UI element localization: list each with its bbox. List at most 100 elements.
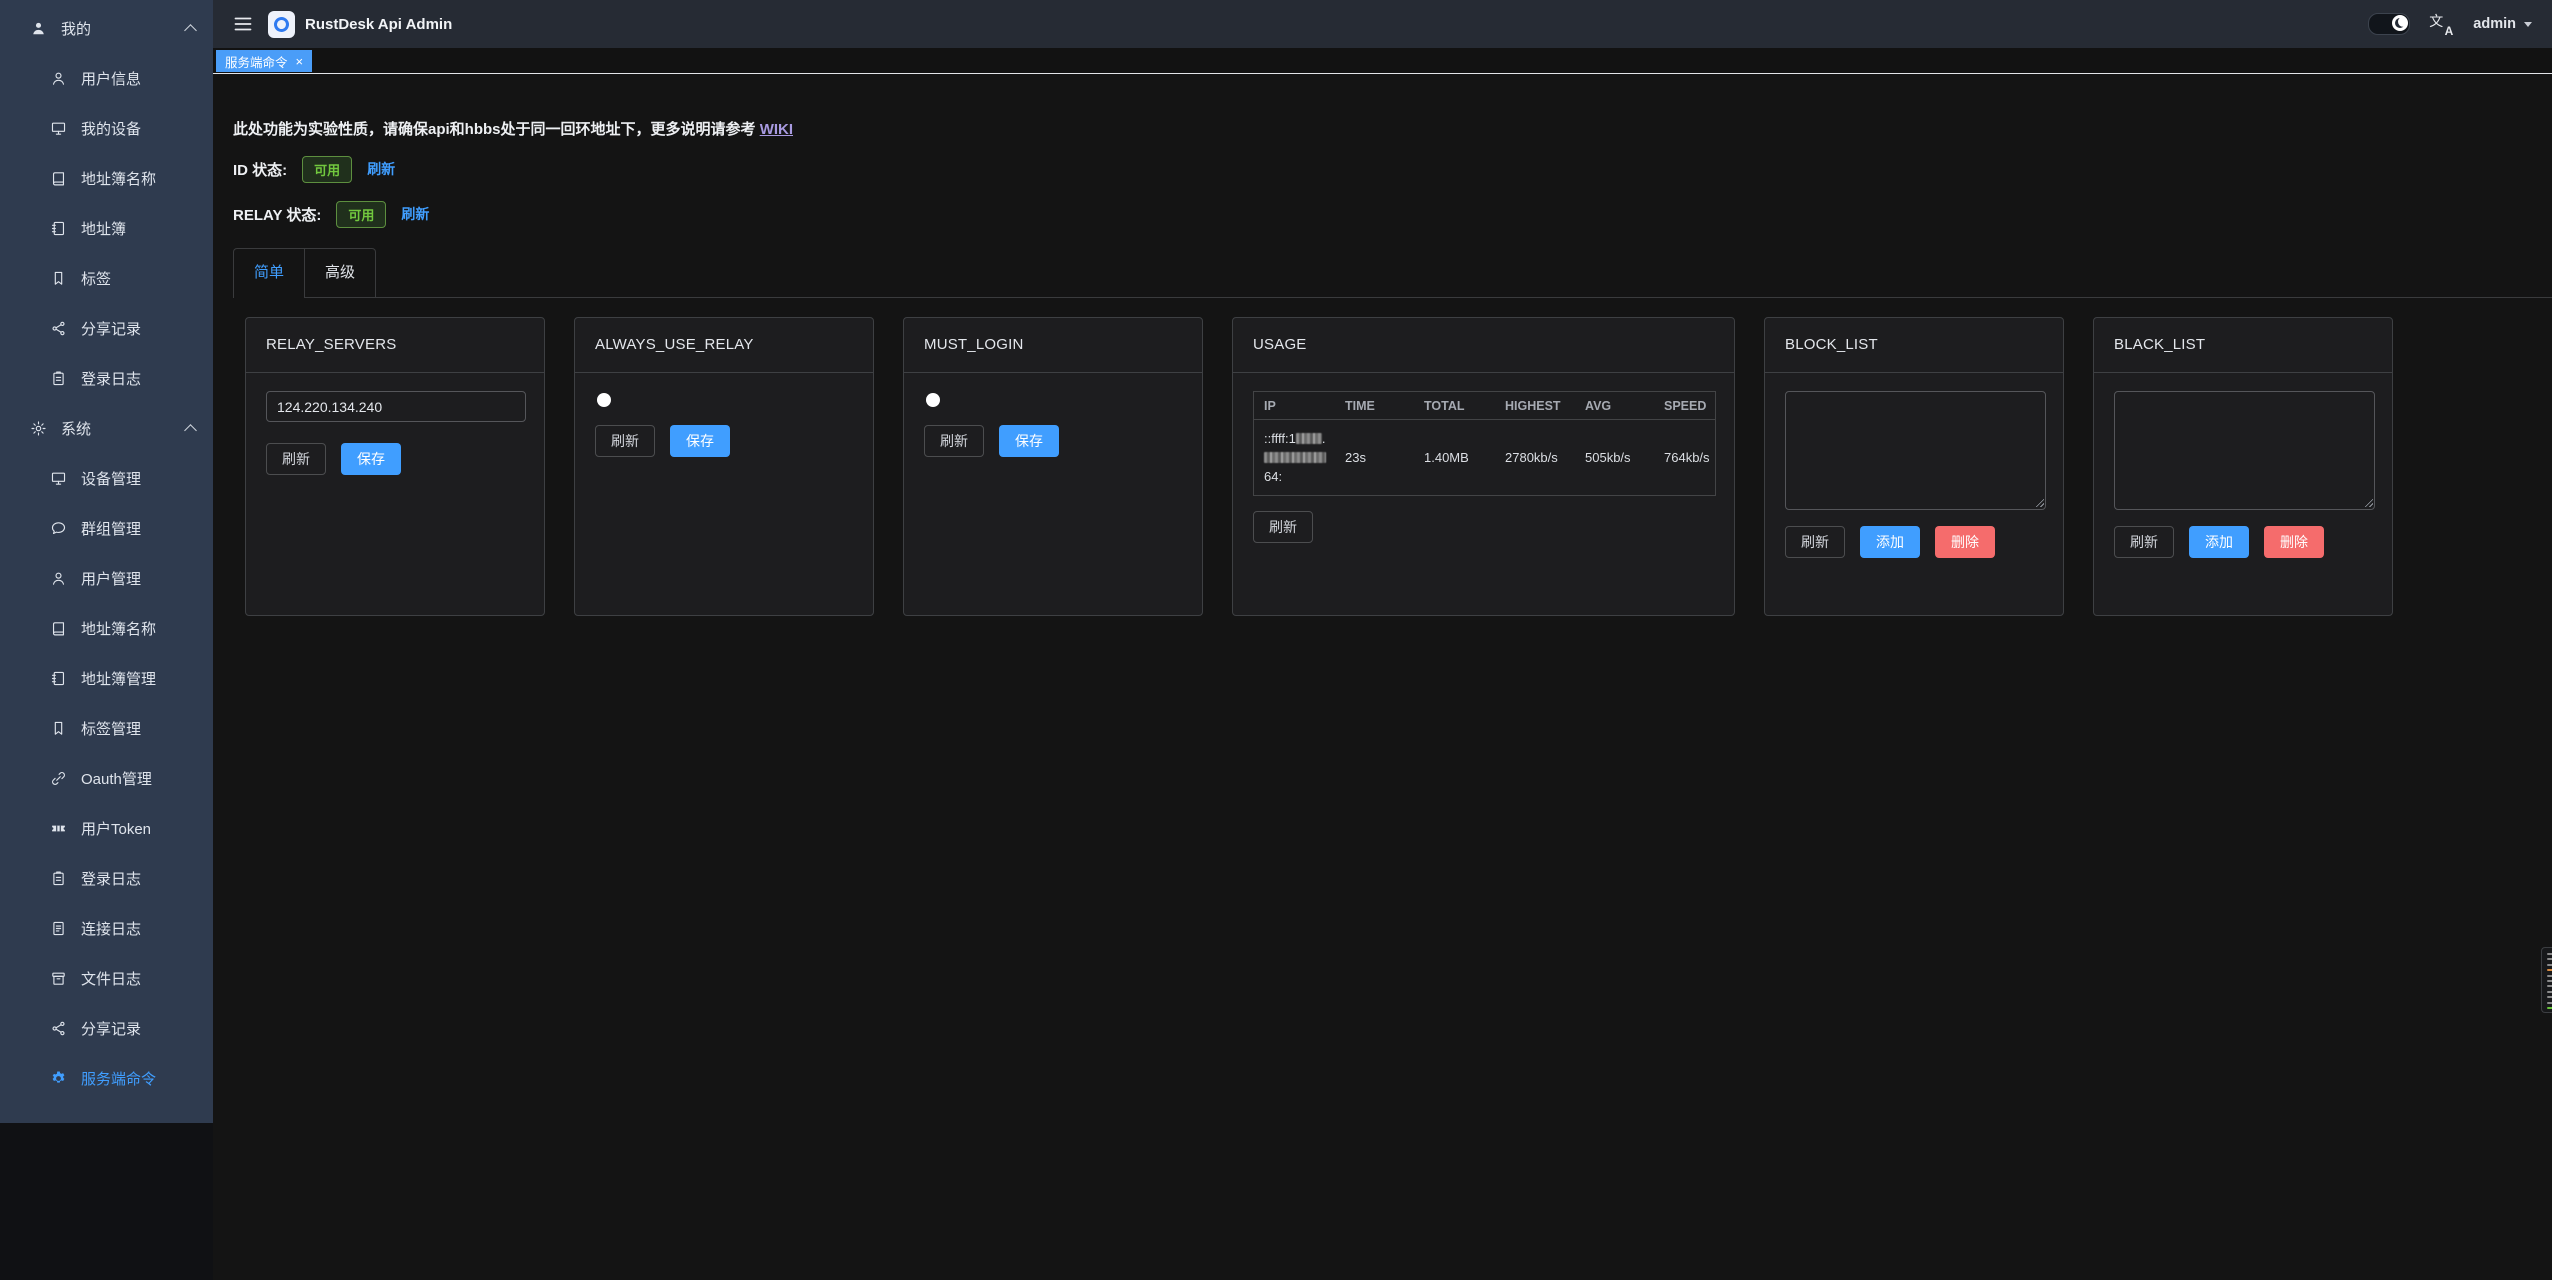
- app-window: 我的用户信息我的设备地址簿名称地址簿标签分享记录登录日志系统设备管理群组管理用户…: [0, 0, 2552, 1280]
- usage-ip-cell: ::ffff:1. 64:: [1254, 420, 1335, 495]
- relay-refresh-button[interactable]: 刷新: [266, 443, 326, 475]
- clipboard-icon: [50, 870, 67, 887]
- card-title: RELAY_SERVERS: [246, 318, 544, 373]
- must-login-refresh-button[interactable]: 刷新: [924, 425, 984, 457]
- relay-status-badge: 可用: [336, 201, 386, 228]
- sidebar-item-label: 地址簿名称: [81, 168, 195, 189]
- card-title: BLACK_LIST: [2094, 318, 2392, 373]
- header-actions: 文A admin: [2368, 13, 2532, 36]
- sidebar-item[interactable]: 分享记录: [0, 303, 213, 353]
- chat-icon: [50, 520, 67, 537]
- bookmark-icon: [50, 270, 67, 287]
- sidebar-item[interactable]: 分享记录: [0, 1003, 213, 1053]
- sidebar-item[interactable]: 用户Token: [0, 803, 213, 853]
- sidebar-item[interactable]: 服务端命令: [0, 1053, 213, 1103]
- sidebar-item[interactable]: 标签管理: [0, 703, 213, 753]
- sidebar-item[interactable]: 连接日志: [0, 903, 213, 953]
- sidebar-void: [0, 1123, 213, 1280]
- user-icon: [50, 70, 67, 87]
- document-icon: [50, 920, 67, 937]
- sidebar-item[interactable]: 地址簿名称: [0, 153, 213, 203]
- edge-widget-stripe: [2547, 985, 2552, 987]
- card-relay-servers: RELAY_SERVERS 刷新 保存: [245, 317, 545, 616]
- edge-widget-stripe: [2547, 1007, 2552, 1009]
- card-title: BLOCK_LIST: [1765, 318, 2063, 373]
- always-use-relay-refresh-button[interactable]: 刷新: [595, 425, 655, 457]
- sidebar: 我的用户信息我的设备地址簿名称地址簿标签分享记录登录日志系统设备管理群组管理用户…: [0, 0, 213, 1123]
- sidebar-item[interactable]: 用户管理: [0, 553, 213, 603]
- card-usage: USAGE IP TIME TOTAL HIGHEST AVG SPEED: [1232, 317, 1735, 616]
- edge-widget[interactable]: [2541, 947, 2552, 1013]
- sidebar-item[interactable]: 设备管理: [0, 453, 213, 503]
- usage-table: IP TIME TOTAL HIGHEST AVG SPEED ::ffff:1…: [1253, 391, 1716, 496]
- rustdesk-logo-icon: [268, 11, 295, 38]
- close-tab-icon[interactable]: ×: [296, 55, 304, 68]
- relay-status-refresh-link[interactable]: 刷新: [401, 204, 429, 224]
- redacted-ip-segment: [1264, 452, 1326, 463]
- sidebar-item[interactable]: 登录日志: [0, 853, 213, 903]
- sidebar-group[interactable]: 我的: [0, 3, 213, 53]
- block-list-delete-button[interactable]: 删除: [1935, 526, 1995, 558]
- user-dropdown[interactable]: admin: [2473, 16, 2532, 32]
- sidebar-item[interactable]: 我的设备: [0, 103, 213, 153]
- open-tab-server-cmd[interactable]: 服务端命令 ×: [216, 50, 312, 72]
- black-list-textarea[interactable]: [2114, 391, 2375, 510]
- sidebar-item[interactable]: Oauth管理: [0, 753, 213, 803]
- sidebar-item-label: 群组管理: [81, 518, 195, 539]
- relay-servers-input[interactable]: [266, 391, 526, 422]
- tab-simple[interactable]: 简单: [233, 248, 305, 298]
- card-always-use-relay: ALWAYS_USE_RELAY 刷新 保存: [574, 317, 874, 616]
- usage-refresh-button[interactable]: 刷新: [1253, 511, 1313, 543]
- edge-widget-stripe: [2547, 969, 2552, 971]
- monitor-icon: [50, 470, 67, 487]
- usage-avg-cell: 505kb/s: [1575, 420, 1654, 495]
- tab-advanced[interactable]: 高级: [305, 248, 376, 298]
- book-icon: [50, 620, 67, 637]
- must-login-save-button[interactable]: 保存: [999, 425, 1059, 457]
- settings-cards-row: RELAY_SERVERS 刷新 保存 ALWAYS_USE_RELAY 刷新: [245, 317, 2393, 616]
- share-icon: [50, 1020, 67, 1037]
- usage-table-header: IP TIME TOTAL HIGHEST AVG SPEED: [1254, 392, 1715, 420]
- relay-save-button[interactable]: 保存: [341, 443, 401, 475]
- experimental-notice: 此处功能为实验性质，请确保api和hbbs处于同一回环地址下，更多说明请参考 W…: [233, 118, 793, 139]
- user-icon: [50, 570, 67, 587]
- card-title: USAGE: [1233, 318, 1734, 373]
- block-list-textarea[interactable]: [1785, 391, 2046, 510]
- sidebar-item-label: 分享记录: [81, 318, 195, 339]
- sidebar-item-label: 登录日志: [81, 868, 195, 889]
- sidebar-item[interactable]: 地址簿: [0, 203, 213, 253]
- relay-status-label: RELAY 状态:: [233, 204, 321, 225]
- edge-widget-stripe: [2547, 991, 2552, 993]
- id-status-refresh-link[interactable]: 刷新: [367, 159, 395, 179]
- bookmark-icon: [50, 720, 67, 737]
- language-icon[interactable]: 文A: [2429, 13, 2454, 36]
- main-content: 此处功能为实验性质，请确保api和hbbs处于同一回环地址下，更多说明请参考 W…: [213, 74, 2552, 1280]
- black-list-add-button[interactable]: 添加: [2189, 526, 2249, 558]
- open-tab-label: 服务端命令: [225, 52, 288, 71]
- archive-icon: [50, 970, 67, 987]
- sidebar-item[interactable]: 登录日志: [0, 353, 213, 403]
- sidebar-group[interactable]: 系统: [0, 403, 213, 453]
- wiki-link[interactable]: WIKI: [760, 121, 793, 138]
- black-list-refresh-button[interactable]: 刷新: [2114, 526, 2174, 558]
- block-list-add-button[interactable]: 添加: [1860, 526, 1920, 558]
- sidebar-item[interactable]: 文件日志: [0, 953, 213, 1003]
- sidebar-item-label: 标签管理: [81, 718, 195, 739]
- always-use-relay-save-button[interactable]: 保存: [670, 425, 730, 457]
- ticket-icon: [50, 820, 67, 837]
- edge-widget-stripe: [2547, 980, 2552, 982]
- sidebar-item[interactable]: 标签: [0, 253, 213, 303]
- sidebar-item[interactable]: 地址簿管理: [0, 653, 213, 703]
- gear-icon: [30, 420, 47, 437]
- dark-mode-toggle[interactable]: [2368, 13, 2410, 35]
- chevron-up-icon: [184, 424, 197, 437]
- menu-fold-icon[interactable]: [233, 14, 253, 34]
- moon-icon: [2395, 18, 2405, 28]
- sidebar-item[interactable]: 用户信息: [0, 53, 213, 103]
- sidebar-item[interactable]: 群组管理: [0, 503, 213, 553]
- edge-widget-stripe: [2547, 953, 2552, 955]
- block-list-refresh-button[interactable]: 刷新: [1785, 526, 1845, 558]
- monitor-icon: [50, 120, 67, 137]
- sidebar-item[interactable]: 地址簿名称: [0, 603, 213, 653]
- black-list-delete-button[interactable]: 删除: [2264, 526, 2324, 558]
